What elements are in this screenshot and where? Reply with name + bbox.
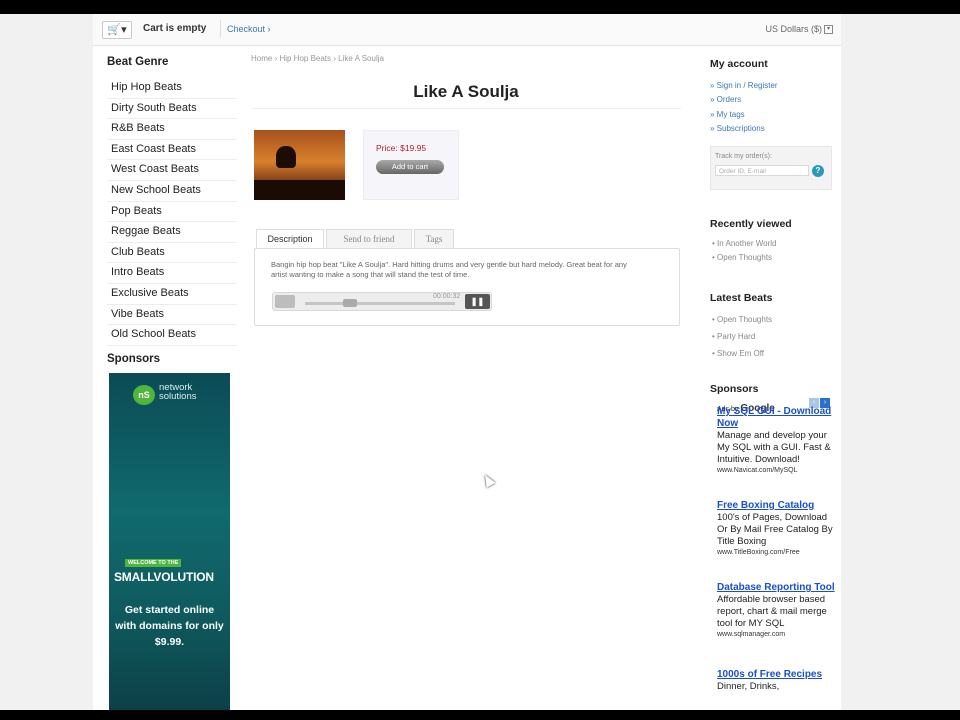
- recent-list: In Another World Open Thoughts: [712, 237, 776, 266]
- cart-dropdown-button[interactable]: 🛒▾: [102, 21, 132, 39]
- genre-link[interactable]: Old School Beats: [107, 325, 237, 346]
- left-sidebar: Beat Genre Hip Hop Beats Dirty South Bea…: [107, 56, 237, 346]
- ad-title[interactable]: My SQL GUI - Download Now: [717, 406, 835, 430]
- order-search-input[interactable]: Order ID, E-mail: [715, 165, 809, 176]
- genre-link[interactable]: Dirty South Beats: [107, 99, 237, 120]
- checkout-link[interactable]: Checkout ›: [227, 24, 271, 34]
- product-price: Price: $19.95: [376, 143, 427, 153]
- genre-link[interactable]: Club Beats: [107, 243, 237, 264]
- image-ground: [254, 180, 345, 200]
- currency-selector[interactable]: US Dollars ($) ▾: [765, 24, 833, 35]
- latest-list: Open Thoughts Party Hard Show Em Off: [712, 311, 772, 362]
- ad-body: Dinner, Drinks,: [717, 681, 780, 692]
- account-link[interactable]: Subscriptions: [710, 122, 836, 136]
- main-content: Home › Hip Hop Beats › Like A Soulja Lik…: [251, 54, 681, 326]
- ad-url[interactable]: www.sqlmanager.com: [717, 630, 835, 640]
- genre-link[interactable]: Reggae Beats: [107, 222, 237, 243]
- right-sponsors-heading: Sponsors: [710, 383, 759, 395]
- help-icon[interactable]: ?: [812, 165, 824, 177]
- top-bar: 🛒▾ Cart is empty Checkout › US Dollars (…: [93, 14, 841, 46]
- tab-description[interactable]: Description: [256, 229, 324, 248]
- ad-url[interactable]: www.TitleBoxing.com/Free: [717, 548, 835, 558]
- cart-icon: 🛒: [107, 24, 122, 36]
- ad-url[interactable]: www.Navicat.com/MySQL: [717, 466, 835, 476]
- description-panel: Bangin hip hop beat "Like A Soulja". Har…: [254, 248, 680, 326]
- tab-send-to-friend[interactable]: Send to friend: [326, 229, 412, 248]
- chevron-down-icon: ▾: [121, 24, 127, 36]
- store-page: 🛒▾ Cart is empty Checkout › US Dollars (…: [93, 14, 841, 710]
- player-time: 00:00:32: [433, 293, 461, 300]
- currency-label: US Dollars ($): [765, 24, 822, 34]
- seek-bar[interactable]: [305, 302, 455, 305]
- banner-brand-line2: solutions: [159, 391, 197, 402]
- cart-status: Cart is empty: [143, 23, 207, 34]
- account-heading: My account: [710, 58, 768, 70]
- ad-title[interactable]: Free Boxing Catalog: [717, 500, 835, 512]
- recent-item[interactable]: Open Thoughts: [712, 251, 776, 265]
- account-links: Sign in / Register Orders My tags Subscr…: [710, 79, 836, 136]
- silhouette-figure: [276, 146, 296, 168]
- latest-heading: Latest Beats: [710, 292, 773, 304]
- account-link[interactable]: Sign in / Register: [710, 79, 836, 93]
- audio-player: 00:00:32 ❚❚: [272, 292, 492, 311]
- recent-item[interactable]: In Another World: [712, 237, 776, 251]
- genre-link[interactable]: Intro Beats: [107, 263, 237, 284]
- genre-link[interactable]: R&B Beats: [107, 119, 237, 140]
- price-box: Price: $19.95 Add to cart: [363, 130, 459, 200]
- google-ad[interactable]: 1000s of Free Recipes Dinner, Drinks,: [717, 669, 835, 693]
- product-image[interactable]: [254, 130, 345, 200]
- banner-welcome: WELCOME TO THE: [125, 559, 182, 567]
- divider: [251, 108, 681, 109]
- track-order-label: Track my order(s):: [715, 153, 772, 160]
- left-sponsors-heading: Sponsors: [107, 353, 161, 365]
- pause-button[interactable]: ❚❚: [465, 294, 490, 309]
- genre-link[interactable]: West Coast Beats: [107, 160, 237, 181]
- currency-dropdown-icon: ▾: [824, 25, 833, 35]
- sponsor-banner-ad[interactable]: nS network solutions WELCOME TO THE SMAL…: [109, 373, 230, 710]
- genre-link[interactable]: Exclusive Beats: [107, 284, 237, 305]
- breadcrumb[interactable]: Home › Hip Hop Beats › Like A Soulja: [251, 54, 681, 63]
- ad-body: 100's of Pages, Download Or By Mail Free…: [717, 512, 833, 547]
- latest-item[interactable]: Open Thoughts: [712, 311, 772, 328]
- network-solutions-logo-icon: nS: [133, 385, 155, 405]
- ad-title[interactable]: Database Reporting Tool: [717, 582, 835, 594]
- right-sidebar: My account Sign in / Register Orders My …: [710, 58, 836, 414]
- browser-viewport: 🛒▾ Cart is empty Checkout › US Dollars (…: [0, 14, 960, 710]
- speaker-icon[interactable]: [275, 295, 295, 308]
- genre-link[interactable]: Hip Hop Beats: [107, 78, 237, 99]
- ad-body: Manage and develop your My SQL with a GU…: [717, 430, 831, 465]
- product-title: Like A Soulja: [413, 82, 519, 101]
- add-to-cart-button[interactable]: Add to cart: [376, 160, 444, 174]
- google-ad[interactable]: Free Boxing Catalog 100's of Pages, Down…: [717, 500, 835, 558]
- google-ad[interactable]: My SQL GUI - Download Now Manage and dev…: [717, 406, 835, 476]
- ad-body: Affordable browser based report, chart &…: [717, 594, 827, 629]
- divider: [220, 20, 221, 38]
- latest-item[interactable]: Party Hard: [712, 328, 772, 345]
- tab-tags[interactable]: Tags: [414, 229, 454, 248]
- recent-heading: Recently viewed: [710, 218, 792, 230]
- google-ad[interactable]: Database Reporting Tool Affordable brows…: [717, 582, 835, 640]
- banner-campaign: SMALLVOLUTION: [114, 570, 214, 584]
- genre-link[interactable]: New School Beats: [107, 181, 237, 202]
- latest-item[interactable]: Show Em Off: [712, 345, 772, 362]
- account-link[interactable]: Orders: [710, 93, 836, 107]
- genre-link[interactable]: Pop Beats: [107, 202, 237, 223]
- genre-heading: Beat Genre: [107, 56, 169, 68]
- track-order-box: Track my order(s): Order ID, E-mail ?: [710, 146, 832, 190]
- product-description: Bangin hip hop beat "Like A Soulja". Har…: [271, 260, 627, 279]
- ad-title[interactable]: 1000s of Free Recipes: [717, 669, 835, 681]
- genre-list: Hip Hop Beats Dirty South Beats R&B Beat…: [107, 78, 237, 346]
- banner-brand: network solutions: [159, 383, 197, 402]
- genre-link[interactable]: East Coast Beats: [107, 140, 237, 161]
- seek-handle[interactable]: [343, 299, 357, 307]
- account-link[interactable]: My tags: [710, 108, 836, 122]
- banner-offer: Get started online with domains for only…: [115, 604, 224, 648]
- genre-link[interactable]: Vibe Beats: [107, 305, 237, 326]
